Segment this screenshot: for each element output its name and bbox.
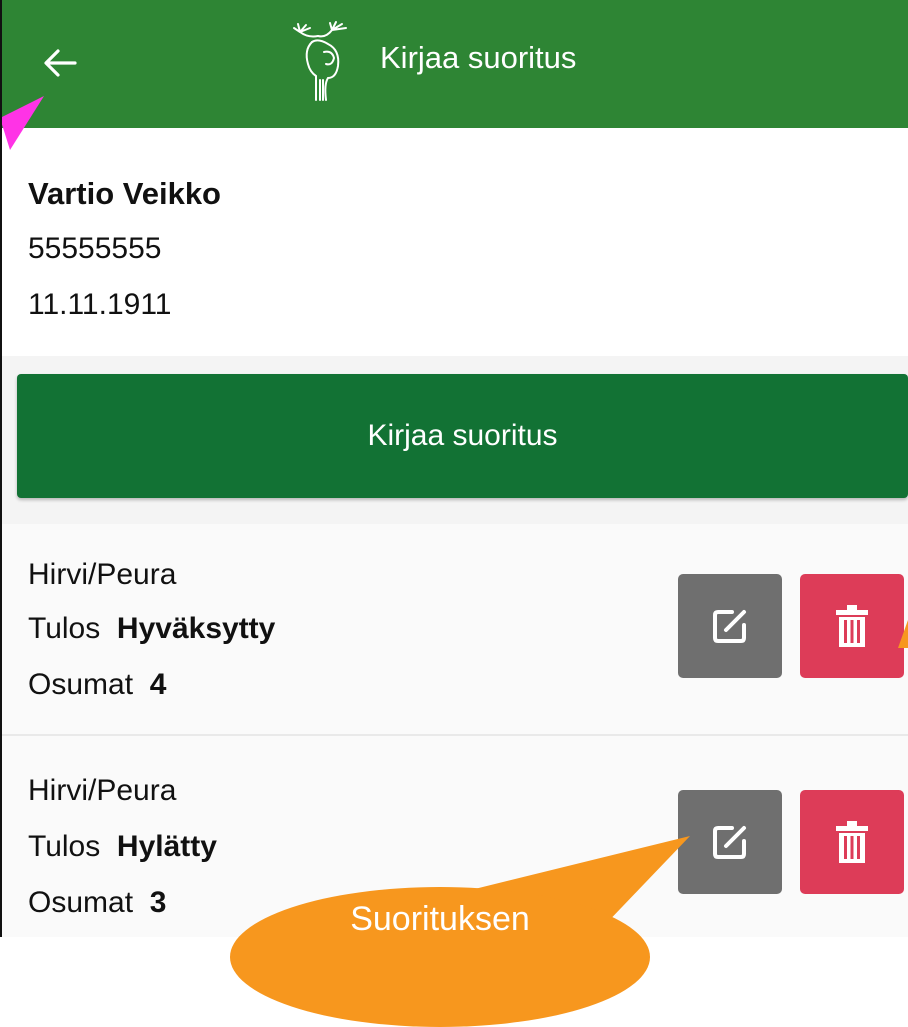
back-button[interactable]: [30, 33, 90, 93]
trash-icon: [836, 605, 868, 647]
record-hits: Osumat 3: [28, 886, 166, 920]
person-birth-date: 11.11.1911: [28, 288, 172, 321]
edit-button[interactable]: [678, 574, 782, 678]
frame-border: [0, 0, 2, 937]
edit-icon: [713, 826, 746, 859]
person-name: Vartio Veikko: [28, 176, 221, 211]
app-bar: Kirjaa suoritus: [0, 0, 908, 128]
appbar-title: Kirjaa suoritus: [380, 40, 577, 75]
hits-value: 4: [149, 668, 167, 701]
delete-button[interactable]: [800, 574, 904, 678]
hits-label: Osumat: [28, 668, 134, 701]
arrow-left-icon: [44, 49, 77, 77]
result-label: Tulos: [28, 830, 101, 863]
result-label: Tulos: [28, 612, 101, 645]
record-performance-button[interactable]: Kirjaa suoritus: [17, 374, 908, 498]
trash-icon: [836, 821, 868, 863]
result-value: Hyväksytty: [116, 612, 276, 645]
record-type: Hirvi/Peura: [28, 558, 177, 591]
hits-label: Osumat: [28, 886, 134, 919]
person-card: Vartio Veikko 55555555 11.11.1911: [2, 128, 908, 356]
record-type: Hirvi/Peura: [28, 774, 177, 807]
record-result: Tulos Hyväksytty: [28, 612, 275, 646]
delete-button[interactable]: [800, 790, 904, 894]
edit-button[interactable]: [678, 790, 782, 894]
result-value: Hylätty: [116, 830, 217, 863]
person-id: 55555555: [28, 232, 162, 265]
edit-icon: [713, 610, 746, 643]
hits-value: 3: [149, 886, 167, 919]
record-result: Tulos Hylätty: [28, 830, 217, 864]
record-hits: Osumat 4: [28, 668, 166, 702]
callout-text: Suorituksen: [350, 900, 530, 938]
moose-logo-icon: [293, 21, 347, 101]
